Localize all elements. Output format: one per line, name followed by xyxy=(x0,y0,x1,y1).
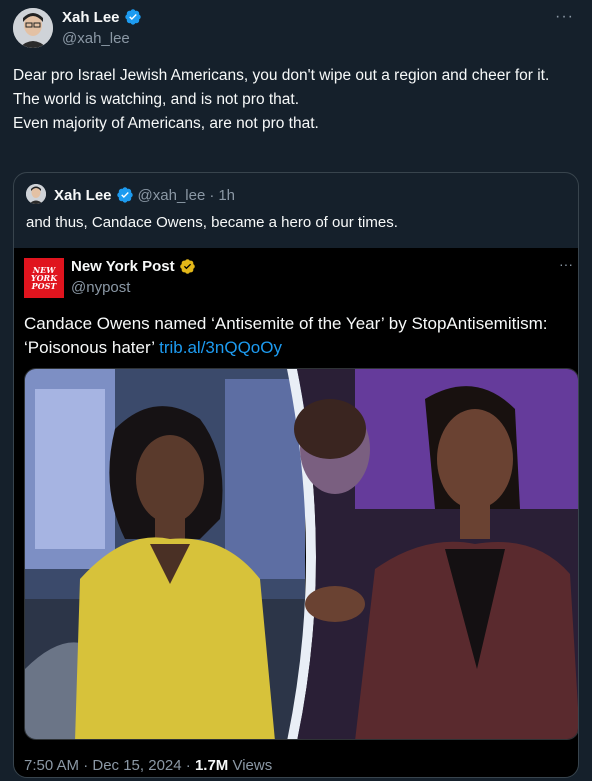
embed-author-name: New York Post xyxy=(71,258,175,275)
views-count: 1.7M xyxy=(194,757,229,774)
embed-more-icon: ··· xyxy=(559,256,573,272)
embedded-tweet-screenshot: NEW YORK POST New York Post @nypost ··· … xyxy=(14,248,578,777)
quote-author-name: Xah Lee xyxy=(54,186,112,204)
quoted-tweet[interactable]: Xah Lee @xah_lee · 1h and thus, Candace … xyxy=(13,172,579,778)
verified-badge-icon xyxy=(124,9,141,25)
quote-author-handle: @xah_lee xyxy=(137,186,206,204)
tweet-line: The world is watching, and is not pro th… xyxy=(13,91,300,108)
embed-text: Candace Owens named ‘Antisemite of the Y… xyxy=(24,312,572,360)
avatar[interactable] xyxy=(13,8,53,48)
nypost-logo: NEW YORK POST xyxy=(24,258,64,298)
author-name-row[interactable]: Xah Lee xyxy=(62,8,142,26)
author-name[interactable]: Xah Lee xyxy=(62,9,120,26)
author-handle[interactable]: @xah_lee xyxy=(62,30,142,47)
more-options-icon[interactable]: ··· xyxy=(555,8,574,26)
gold-verified-badge-icon xyxy=(179,259,195,274)
quote-time: 1h xyxy=(218,186,235,204)
quote-text: and thus, Candace Owens, became a hero o… xyxy=(26,214,398,231)
verified-badge-icon xyxy=(116,187,133,203)
embed-author-handle: @nypost xyxy=(71,279,131,296)
tweet-line: Even majority of Americans, are not pro … xyxy=(13,115,319,132)
views-label: Views xyxy=(228,757,273,774)
logo-text: POST xyxy=(31,281,57,291)
tweet-author: Xah Lee @xah_lee xyxy=(62,8,142,47)
embed-author-row: New York Post xyxy=(71,258,196,275)
embed-footer: 7:50 AM · Dec 15, 2024 · 1.7M Views xyxy=(24,757,272,774)
embed-link: trib.al/3nQQoOy xyxy=(159,338,282,357)
separator-dot: · xyxy=(209,186,215,204)
embed-timestamp: 7:50 AM · Dec 15, 2024 · xyxy=(24,757,195,774)
tweet-text: Dear pro Israel Jewish Americans, you do… xyxy=(13,64,573,136)
tweet-line: Dear pro Israel Jewish Americans, you do… xyxy=(13,67,550,84)
news-photo xyxy=(24,368,578,740)
quote-avatar xyxy=(26,184,46,204)
embed-headline: Candace Owens named ‘Antisemite of the Y… xyxy=(24,314,548,357)
quote-header: Xah Lee @xah_lee · 1h xyxy=(54,186,235,204)
